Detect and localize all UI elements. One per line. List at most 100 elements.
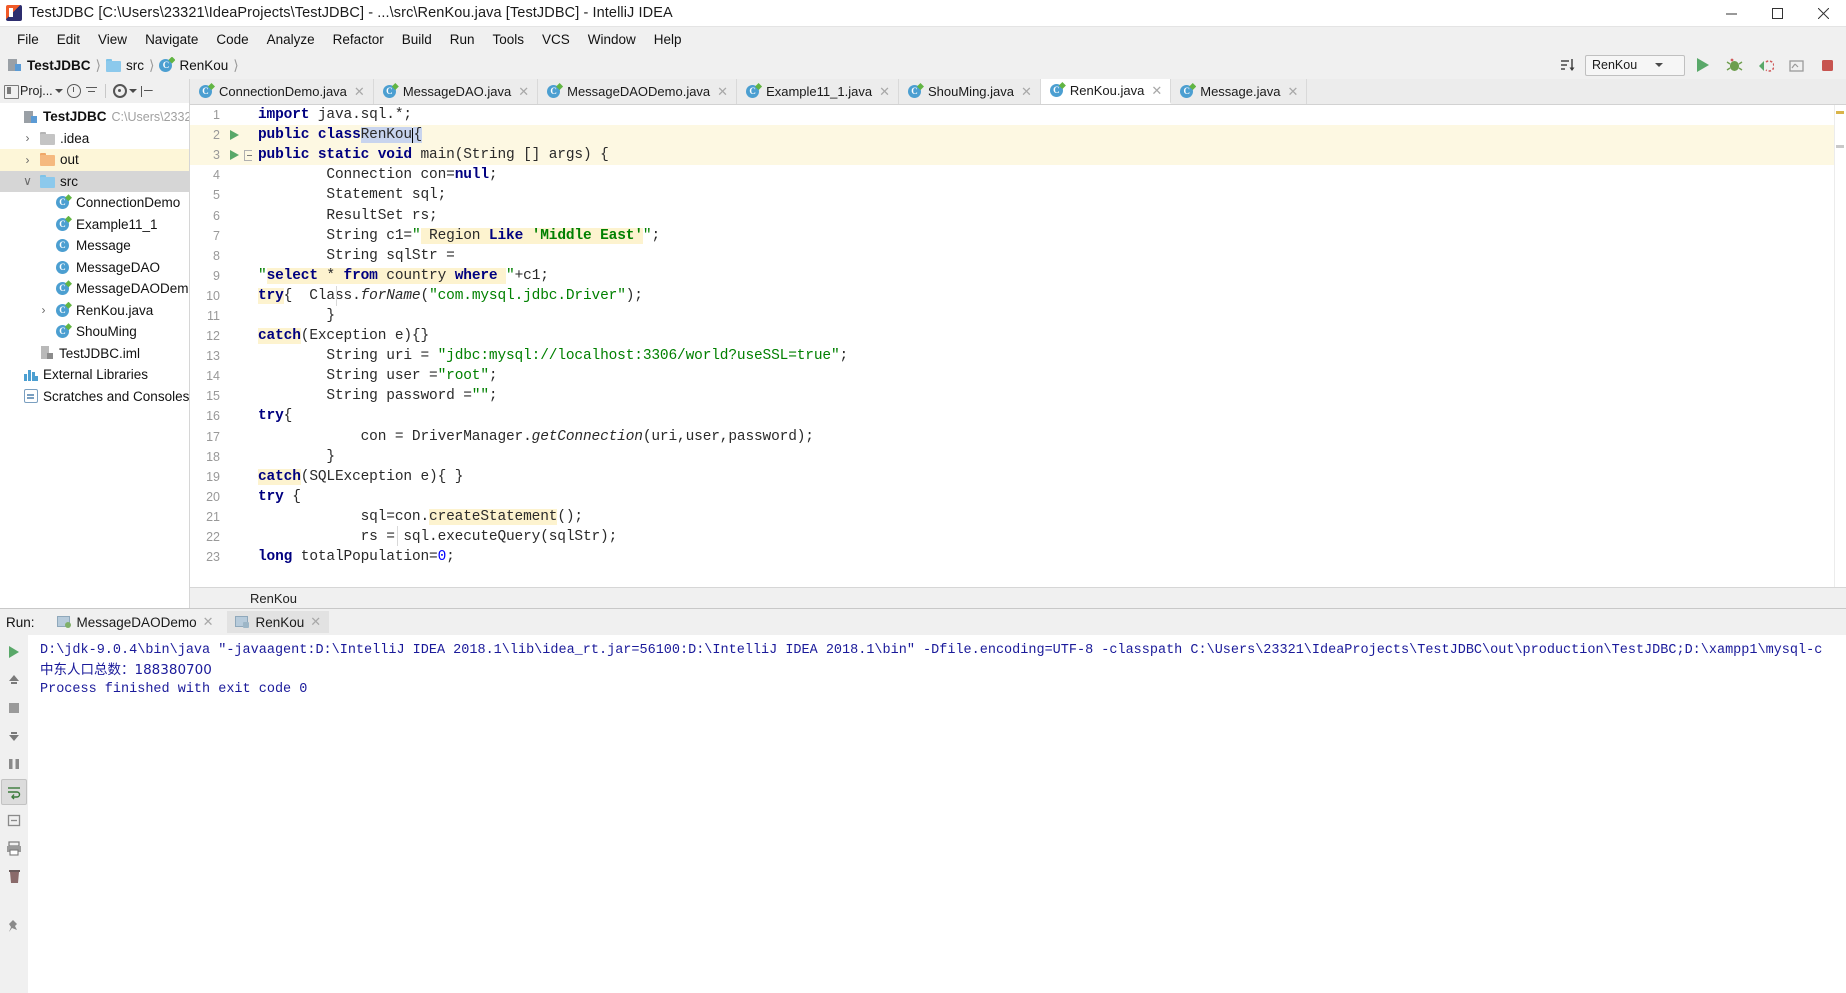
code-line[interactable]: sql=con. createStatement (); [252,507,1834,527]
editor-tab-example11-1-java[interactable]: C Example11_1.java ✕ [737,79,899,104]
tree-item-renkou-java[interactable]: › C RenKou.java [0,300,189,322]
run-tab-renkou[interactable]: RenKou ✕ [227,611,330,633]
code-line[interactable]: } [252,447,1834,467]
code-line[interactable]: public static void main(String [] args) … [252,145,1834,166]
gutter-line[interactable]: 8 [190,246,252,266]
run-tab-messagedaodemo[interactable]: MessageDAODemo ✕ [49,611,222,633]
editor-gutter[interactable]: 1 2 3 4 5 6 7 8 9 10 11 12 13 14 15 16 17 18 19 20 21 22 23 [190,105,255,587]
chevron-right-icon[interactable]: › [20,153,35,167]
close-icon[interactable]: ✕ [879,84,890,100]
breadcrumb-item-project[interactable]: TestJDBC [6,58,93,73]
editor-marker-strip[interactable] [1834,105,1846,587]
editor-code-area[interactable]: import java.sql.*; public class RenKou { … [252,105,1834,587]
code-line[interactable]: String sqlStr = [252,246,1834,266]
project-tree[interactable]: › TestJDBC C:\Users\23321\ › .idea › out ∨ src ›C… [0,103,189,608]
gutter-line[interactable]: 18 [190,447,252,467]
profiler-button[interactable] [1783,53,1809,77]
code-line[interactable]: catch (SQLException e){ } [252,467,1834,487]
editor-tab-renkou-java[interactable]: C RenKou.java ✕ [1040,79,1172,104]
run-button[interactable] [1690,53,1716,77]
sync-icon[interactable] [66,84,81,98]
gutter-line[interactable]: 1 [190,105,252,125]
tree-item-out[interactable]: › out [0,149,189,171]
code-line[interactable]: String c1= " Region Like 'Middle East' "; [252,226,1834,246]
tree-item-external-libraries[interactable]: ›External Libraries [0,364,189,386]
code-line[interactable]: String password = ""; [252,386,1834,406]
clear-all-button[interactable] [1,863,27,889]
close-icon[interactable]: ✕ [354,84,365,100]
pause-button[interactable] [1,751,27,777]
menu-item-edit[interactable]: Edit [48,30,89,49]
close-button[interactable] [1800,0,1846,27]
code-line[interactable]: String user = "root"; [252,366,1834,386]
gutter-line[interactable]: 19 [190,467,252,487]
menu-item-run[interactable]: Run [441,30,484,49]
menu-item-refactor[interactable]: Refactor [324,30,393,49]
collapse-all-icon[interactable] [85,85,98,98]
menu-item-vcs[interactable]: VCS [533,30,579,49]
gutter-line[interactable]: 20 [190,487,252,507]
sort-descending-icon[interactable] [1554,53,1580,77]
close-icon[interactable]: ✕ [310,614,321,630]
chevron-right-icon[interactable]: › [36,303,51,317]
chevron-right-icon[interactable]: › [20,131,35,145]
code-line[interactable]: public class RenKou { [252,125,1834,146]
code-line[interactable]: } [252,306,1834,326]
breadcrumb-item-src[interactable]: src [104,58,146,73]
code-line[interactable]: Connection con= null; [252,165,1834,185]
editor-breadcrumb[interactable]: RenKou [190,587,1846,608]
close-icon[interactable]: ✕ [1021,84,1032,100]
tree-item-message[interactable]: ›CMessage [0,235,189,257]
stop-button[interactable] [1814,53,1840,77]
gutter-line[interactable]: 14 [190,366,252,386]
gutter-line[interactable]: 17 [190,427,252,447]
tree-item-testjdbc-iml[interactable]: ›TestJDBC.iml [0,343,189,365]
close-icon[interactable]: ✕ [1287,84,1298,100]
minimize-button[interactable] [1708,0,1754,27]
gutter-line[interactable]: 23 [190,547,252,567]
code-line[interactable]: ResultSet rs; [252,205,1834,225]
menu-item-code[interactable]: Code [207,30,257,49]
gutter-line[interactable]: 4 [190,165,252,185]
gutter-line[interactable]: 6 [190,205,252,225]
gutter-line[interactable]: 22 [190,527,252,547]
code-line[interactable]: Statement sql; [252,185,1834,205]
menu-item-view[interactable]: View [89,30,136,49]
code-line[interactable]: " select * from country where " +c1; [252,266,1834,286]
tree-item-messagedao[interactable]: ›CMessageDAO [0,257,189,279]
pin-tab-button[interactable] [1,913,27,939]
gutter-line[interactable]: 10 [190,286,252,306]
editor-area[interactable]: 1 2 3 4 5 6 7 8 9 10 11 12 13 14 15 16 17 18 19 20 21 22 23 im… [190,105,1846,587]
menu-item-navigate[interactable]: Navigate [136,30,207,49]
tree-item-testjdbc[interactable]: ›TestJDBCC:\Users\23321\ [0,106,189,128]
gear-icon[interactable] [112,84,127,98]
hide-panel-icon[interactable] [140,85,154,98]
menu-item-file[interactable]: File [8,30,48,49]
debug-button[interactable] [1721,53,1747,77]
close-icon[interactable]: ✕ [717,84,728,100]
run-configuration-selector[interactable]: RenKou [1585,54,1685,76]
breadcrumb-item-class[interactable]: C RenKou [157,56,230,73]
code-line[interactable]: import java.sql.*; [252,105,1834,125]
tree-item-messagedaodemo[interactable]: ›CMessageDAODemo [0,278,189,300]
tree-item--idea[interactable]: › .idea [0,128,189,150]
editor-tab-messagedaodemo-java[interactable]: C MessageDAODemo.java ✕ [538,79,738,104]
run-with-coverage-button[interactable] [1752,53,1778,77]
gutter-line[interactable]: 7 [190,226,252,246]
gutter-line[interactable]: 16 [190,406,252,426]
tree-item-connectiondemo[interactable]: ›CConnectionDemo [0,192,189,214]
gutter-line[interactable]: 9 [190,266,252,286]
tree-item-src[interactable]: ∨ src [0,170,189,192]
tree-item-scratches-and-consoles[interactable]: ›Scratches and Consoles [0,386,189,408]
scroll-down-button[interactable] [1,723,27,749]
gutter-line[interactable]: 13 [190,346,252,366]
tree-item-example11-1[interactable]: ›CExample11_1 [0,214,189,236]
menu-item-build[interactable]: Build [393,30,441,49]
tree-item-shouming[interactable]: ›CShouMing [0,321,189,343]
editor-tab-message-java[interactable]: C Message.java ✕ [1171,79,1308,104]
gutter-line[interactable]: 15 [190,386,252,406]
expand-button[interactable] [1,807,27,833]
code-line[interactable]: con = DriverManager. getConnection (uri,us… [252,427,1834,447]
close-icon[interactable]: ✕ [518,84,529,100]
print-button[interactable] [1,835,27,861]
